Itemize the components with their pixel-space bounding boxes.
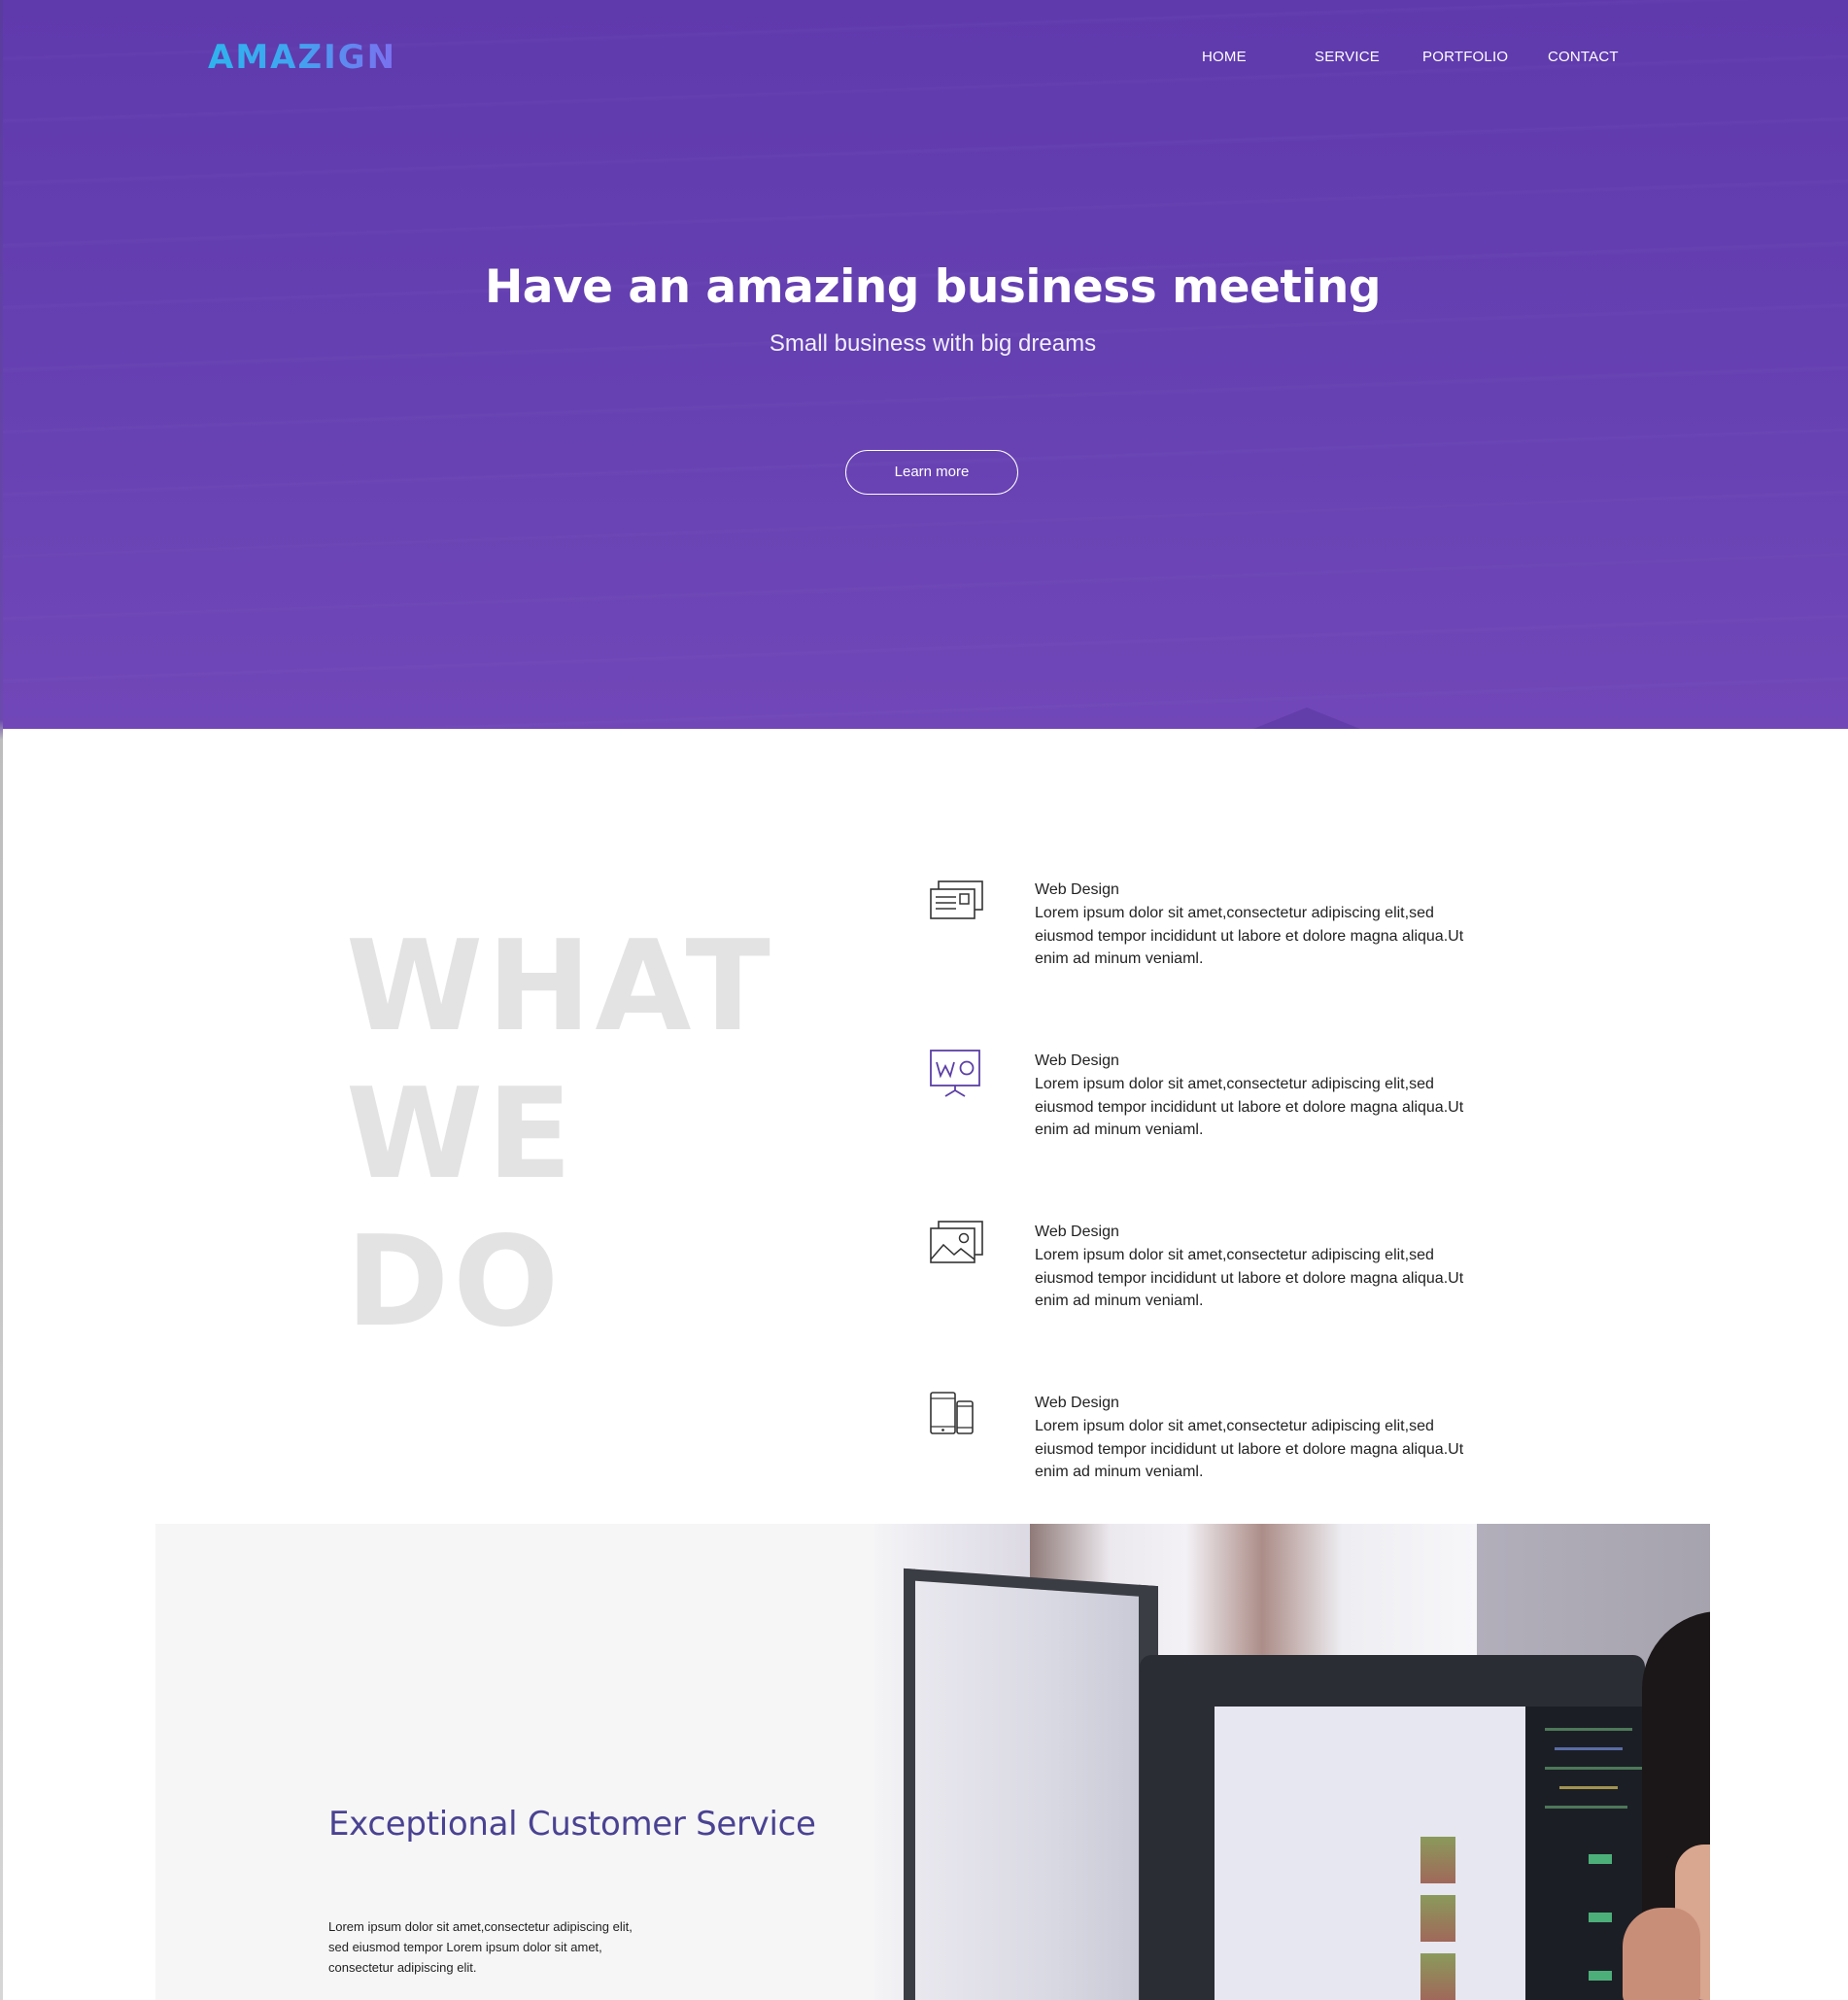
service-item: Web Design Lorem ipsum dolor sit amet,co…	[928, 1221, 1472, 1318]
photo-product-thumbnail	[1420, 1953, 1455, 2000]
photo-product-thumbnail	[1420, 1837, 1455, 1883]
nav-item-portfolio[interactable]: PORTFOLIO	[1422, 49, 1508, 65]
what-we-do-heading-line: WE	[346, 1062, 576, 1207]
customer-service-text-line: consectetur adipiscing elit.	[328, 1960, 477, 1975]
learn-more-button[interactable]: Learn more	[845, 450, 1018, 495]
photo-code-line	[1555, 1747, 1623, 1750]
service-title: Web Design	[1035, 881, 1119, 898]
hero-mountain-shape	[1253, 707, 1360, 729]
photo-person-hand	[1623, 1908, 1700, 2000]
mobile-devices-icon	[930, 1392, 974, 1434]
photo-code-line	[1545, 1806, 1627, 1809]
customer-service-text-line: Lorem ipsum dolor sit amet,consectetur a…	[328, 1919, 633, 1934]
hero-texture	[0, 0, 1848, 729]
hero-subtitle: Small business with big dreams	[769, 330, 1097, 357]
photo-left-monitor	[904, 1568, 1158, 2000]
service-description: Lorem ipsum dolor sit amet,consectetur a…	[1035, 905, 1464, 967]
service-title: Web Design	[1035, 1052, 1119, 1069]
photo-product-thumbnail	[1420, 1895, 1455, 1942]
nav-item-contact[interactable]: CONTACT	[1548, 49, 1619, 65]
photo-code-line	[1545, 1728, 1632, 1731]
left-edge-strip	[0, 0, 3, 2000]
photo-monitor-screen	[1215, 1707, 1535, 2000]
browser-windows-icon	[930, 880, 983, 919]
photo-code-line	[1559, 1786, 1618, 1789]
service-title: Web Design	[1035, 1395, 1119, 1411]
photo-green-button	[1589, 1971, 1612, 1981]
service-item: Web Design Lorem ipsum dolor sit amet,co…	[928, 1392, 1472, 1489]
what-we-do-heading: WHAT WE DO	[346, 914, 774, 1357]
customer-service-text-line: sed eiusmod tempor Lorem ipsum dolor sit…	[328, 1940, 602, 1954]
customer-service-title: Exceptional Customer Service	[328, 1805, 816, 1844]
what-we-do-heading-line: WHAT	[346, 914, 774, 1059]
service-item: Web Design Lorem ipsum dolor sit amet,co…	[928, 1050, 1472, 1147]
photo-green-button	[1589, 1854, 1612, 1864]
service-title: Web Design	[1035, 1224, 1119, 1240]
photo-green-button	[1589, 1913, 1612, 1922]
nav-item-service[interactable]: SERVICE	[1315, 49, 1380, 65]
what-we-do-heading-line: DO	[346, 1210, 564, 1355]
image-gallery-icon	[930, 1221, 983, 1263]
nav-item-home[interactable]: HOME	[1202, 49, 1247, 65]
service-item: Web Design Lorem ipsum dolor sit amet,co…	[928, 879, 1472, 976]
presentation-board-icon	[930, 1050, 980, 1097]
main-nav: HOME SERVICE PORTFOLIO CONTACT	[0, 49, 1848, 70]
service-description: Lorem ipsum dolor sit amet,consectetur a…	[1035, 1418, 1464, 1480]
customer-service-section: Exceptional Customer Service Lorem ipsum…	[155, 1524, 1710, 2000]
customer-service-text: Lorem ipsum dolor sit amet,consectetur a…	[328, 1916, 678, 1978]
service-description: Lorem ipsum dolor sit amet,consectetur a…	[1035, 1247, 1464, 1309]
service-description: Lorem ipsum dolor sit amet,consectetur a…	[1035, 1076, 1464, 1138]
hero-title: Have an amazing business meeting	[484, 260, 1382, 314]
office-workspace-photo	[874, 1524, 1710, 2000]
hero-section: AMAZIGN HOME SERVICE PORTFOLIO CONTACT H…	[0, 0, 1848, 729]
photo-code-line	[1545, 1767, 1642, 1770]
